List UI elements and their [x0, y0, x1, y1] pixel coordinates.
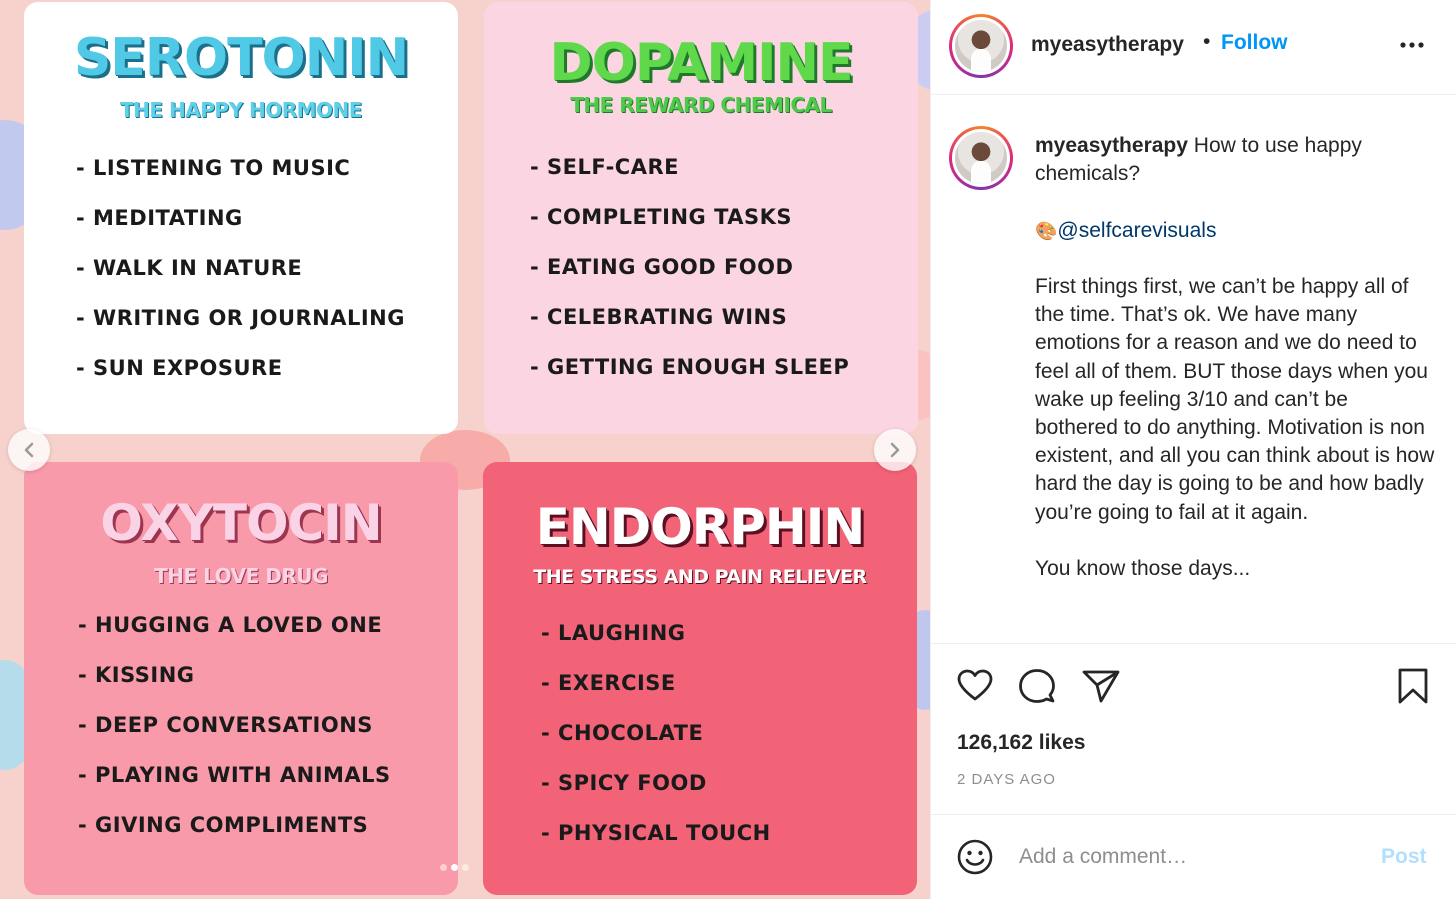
share-icon[interactable]	[1081, 666, 1121, 706]
list-item: SPICY FOOD	[541, 769, 771, 819]
card-subtitle: THE REWARD CHEMICAL	[570, 93, 832, 117]
more-options-icon[interactable]	[1397, 30, 1427, 60]
carousel-dot	[440, 864, 447, 871]
list-item: EATING GOOD FOOD	[530, 253, 849, 303]
palette-emoji-icon: 🎨	[1035, 220, 1058, 241]
carousel-dots	[440, 864, 469, 871]
list-item: GIVING COMPLIMENTS	[78, 811, 391, 861]
list-item: KISSING	[78, 661, 391, 711]
caption-avatar[interactable]	[949, 126, 1013, 190]
header-username[interactable]: myeasytherapy	[1031, 33, 1184, 57]
card-list: LAUGHING EXERCISE CHOCOLATE SPICY FOOD P…	[541, 619, 771, 869]
emoji-icon[interactable]	[955, 837, 995, 877]
card-subtitle: THE HAPPY HORMONE	[120, 98, 362, 122]
list-item: CELEBRATING WINS	[530, 303, 849, 353]
post-comment-button[interactable]: Post	[1381, 845, 1427, 869]
card-dopamine: DOPAMINE THE REWARD CHEMICAL SELF-CARE C…	[484, 2, 918, 434]
card-endorphin: ENDORPHIN THE STRESS AND PAIN RELIEVER L…	[483, 462, 917, 895]
list-item: SELF-CARE	[530, 153, 849, 203]
post-media[interactable]: SEROTONIN THE HAPPY HORMONE LISTENING TO…	[0, 0, 930, 899]
caption-section: myeasytherapy How to use happy chemicals…	[931, 96, 1456, 644]
card-subtitle: THE STRESS AND PAIN RELIEVER	[533, 566, 867, 588]
list-item: MEDITATING	[76, 204, 405, 254]
comment-icon[interactable]	[1017, 666, 1057, 706]
chevron-right-icon	[890, 442, 900, 458]
comment-bar: Post	[931, 814, 1456, 899]
list-item: DEEP CONVERSATIONS	[78, 711, 391, 761]
list-item: WRITING OR JOURNALING	[76, 304, 405, 354]
list-item: COMPLETING TASKS	[530, 203, 849, 253]
caption-closing: You know those days...	[1035, 557, 1251, 580]
list-item: LISTENING TO MUSIC	[76, 154, 405, 204]
list-item: CHOCOLATE	[541, 719, 771, 769]
comment-input[interactable]	[1019, 839, 1359, 875]
list-item: HUGGING A LOVED ONE	[78, 611, 391, 661]
profile-photo	[955, 132, 1007, 184]
chevron-left-icon	[24, 442, 34, 458]
card-title: SEROTONIN	[73, 28, 409, 88]
list-item: SUN EXPOSURE	[76, 354, 405, 404]
avatar[interactable]	[949, 14, 1013, 78]
list-item: PLAYING WITH ANIMALS	[78, 761, 391, 811]
card-title: ENDORPHIN	[535, 498, 865, 556]
bookmark-icon[interactable]	[1393, 666, 1433, 706]
list-item: WALK IN NATURE	[76, 254, 405, 304]
list-item: EXERCISE	[541, 669, 771, 719]
card-subtitle: THE LOVE DRUG	[154, 564, 328, 588]
carousel-next-button[interactable]	[874, 429, 916, 471]
post-panel: myeasytherapy • Follow myeasytherapy How…	[930, 0, 1456, 899]
card-title: OXYTOCIN	[100, 494, 382, 552]
separator-dot: •	[1203, 30, 1211, 53]
post-timestamp[interactable]: 2 DAYS AGO	[957, 771, 1056, 788]
caption-body: First things first, we can’t be happy al…	[1035, 274, 1435, 524]
list-item: GETTING ENOUGH SLEEP	[530, 353, 849, 403]
heart-icon[interactable]	[955, 666, 995, 706]
carousel-prev-button[interactable]	[8, 429, 50, 471]
card-list: LISTENING TO MUSIC MEDITATING WALK IN NA…	[76, 154, 405, 404]
profile-photo	[955, 20, 1007, 72]
carousel-dot	[451, 864, 458, 871]
follow-button[interactable]: Follow	[1221, 31, 1288, 55]
card-title: DOPAMINE	[549, 33, 853, 93]
card-list: HUGGING A LOVED ONE KISSING DEEP CONVERS…	[78, 611, 391, 861]
action-bar	[931, 660, 1456, 712]
caption-text: myeasytherapy How to use happy chemicals…	[1035, 132, 1435, 583]
mention-link[interactable]: @selfcarevisuals	[1057, 219, 1216, 242]
card-oxytocin: OXYTOCIN THE LOVE DRUG HUGGING A LOVED O…	[24, 462, 458, 895]
card-serotonin: SEROTONIN THE HAPPY HORMONE LISTENING TO…	[24, 2, 458, 434]
caption-username[interactable]: myeasytherapy	[1035, 134, 1188, 157]
list-item: LAUGHING	[541, 619, 771, 669]
post-header: myeasytherapy • Follow	[931, 0, 1456, 95]
likes-count[interactable]: 126,162 likes	[957, 731, 1085, 755]
list-item: PHYSICAL TOUCH	[541, 819, 771, 869]
carousel-dot	[462, 864, 469, 871]
card-list: SELF-CARE COMPLETING TASKS EATING GOOD F…	[530, 153, 849, 403]
